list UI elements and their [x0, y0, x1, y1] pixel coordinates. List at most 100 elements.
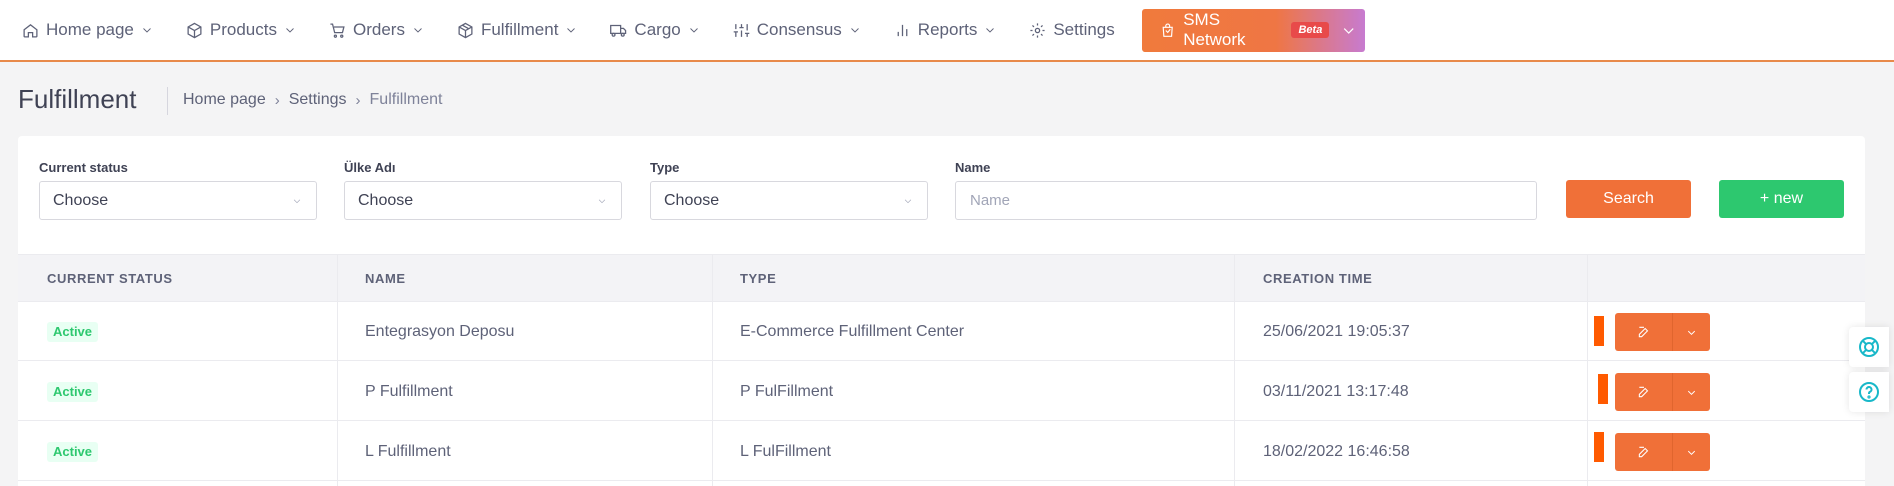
chevron-down-icon [598, 199, 606, 204]
edit-button[interactable] [1615, 433, 1673, 471]
row-creation-time: 03/11/2021 13:17:48 [1263, 383, 1409, 400]
nav-fulfillment-label: Fulfillment [480, 20, 559, 39]
chevron-down-icon [1687, 330, 1696, 335]
name-filter-label: Name [955, 160, 991, 175]
row-actions [1615, 313, 1710, 351]
page-title: Fulfillment [18, 84, 137, 114]
country-select[interactable]: Choose [344, 181, 622, 220]
nav-products[interactable]: Products [186, 0, 296, 61]
title-divider [167, 87, 168, 115]
box-icon [187, 22, 202, 38]
nav-home-page[interactable]: Home page [22, 0, 153, 61]
breadcrumb-home[interactable]: Home page [183, 91, 266, 109]
row-type: E-Commerce Fulfillment Center [740, 323, 965, 340]
edit-icon [1638, 386, 1648, 398]
shopping-bag-icon [1162, 23, 1173, 37]
chevron-down-icon [1687, 390, 1696, 395]
chevron-down-icon [904, 199, 912, 204]
gear-icon [1030, 22, 1045, 38]
row-name: P Fulfillment [365, 383, 453, 400]
nav-fulfillment[interactable]: Fulfillment [457, 0, 577, 61]
row-type: P FulFillment [740, 383, 834, 400]
chevron-right-icon: › [355, 91, 361, 109]
beta-badge: Beta [1291, 22, 1330, 38]
edit-icon [1638, 326, 1648, 338]
status-marker [1594, 432, 1604, 462]
home-icon [23, 23, 38, 38]
type-select-value: Choose [664, 191, 720, 209]
nav-consensus[interactable]: Consensus [733, 0, 861, 61]
search-button[interactable]: Search [1566, 180, 1691, 218]
status-filter-label: Current status [39, 160, 128, 175]
nav-consensus-label: Consensus [756, 20, 842, 39]
lifebuoy-icon [1859, 337, 1879, 357]
status-marker [1598, 374, 1608, 404]
cube-icon [458, 22, 473, 38]
help-button[interactable] [1849, 372, 1889, 412]
chevron-down-icon [414, 28, 422, 33]
top-navigation: Home page Products Orders Fulfillment Ca… [0, 0, 1894, 62]
nav-reports[interactable]: Reports [894, 0, 997, 61]
status-badge: Active [47, 442, 99, 462]
breadcrumb-current: Fulfillment [369, 91, 443, 108]
edit-icon [1638, 446, 1648, 458]
actions-dropdown-button[interactable] [1673, 313, 1710, 351]
row-actions [1615, 433, 1710, 471]
row-name: Entegrasyon Deposu [365, 323, 515, 340]
chevron-down-icon [293, 199, 301, 204]
breadcrumb-settings[interactable]: Settings [289, 91, 347, 109]
question-icon [1859, 382, 1879, 402]
status-badge: Active [47, 322, 99, 342]
status-select-value: Choose [53, 191, 109, 209]
row-creation-time: 25/06/2021 19:05:37 [1263, 323, 1410, 340]
chevron-down-icon [1687, 450, 1696, 455]
row-creation-time: 18/02/2022 16:46:58 [1263, 443, 1410, 460]
sliders-icon [733, 23, 750, 37]
chevron-down-icon [1344, 27, 1354, 34]
type-filter-label: Type [650, 160, 680, 175]
support-button[interactable] [1849, 327, 1889, 367]
new-button[interactable]: + new [1719, 180, 1844, 218]
nav-cargo[interactable]: Cargo [610, 0, 699, 61]
chevron-down-icon [689, 28, 698, 33]
chevron-right-icon: › [274, 91, 280, 109]
country-filter-label: Ülke Adı [344, 160, 396, 175]
column-header-creation-time[interactable]: CREATION TIME [1263, 255, 1372, 303]
table-row: Active P Fulfillment P FulFillment 03/11… [18, 362, 1865, 421]
name-input[interactable] [955, 181, 1537, 220]
country-select-value: Choose [358, 191, 414, 209]
nav-settings[interactable]: Settings [1029, 0, 1115, 61]
column-header-status[interactable]: CURRENT STATUS [47, 255, 173, 303]
status-badge: Active [47, 382, 99, 402]
sms-network-label: SMS Network [1183, 10, 1246, 49]
row-actions [1615, 373, 1710, 411]
table-row: Active Entegrasyon Deposu E-Commerce Ful… [18, 302, 1865, 361]
cart-icon [330, 22, 345, 38]
nav-reports-label: Reports [917, 20, 978, 39]
nav-orders[interactable]: Orders [329, 0, 424, 61]
actions-dropdown-button[interactable] [1673, 373, 1710, 411]
nav-products-label: Products [209, 20, 277, 39]
row-name: L Fulfillment [365, 443, 451, 460]
chevron-down-icon [143, 28, 151, 33]
column-header-type[interactable]: TYPE [740, 255, 776, 303]
bar-chart-icon [897, 24, 908, 36]
edit-button[interactable] [1615, 313, 1673, 351]
chevron-down-icon [286, 28, 294, 33]
edit-button[interactable] [1615, 373, 1673, 411]
truck-icon [610, 24, 627, 37]
chevron-down-icon [850, 28, 859, 33]
fulfillment-card: Current status Choose Ülke Adı Choose Ty… [18, 136, 1865, 486]
row-type: L FulFillment [740, 443, 831, 460]
status-select[interactable]: Choose [39, 181, 317, 220]
table-row: Active L Fulfillment L FulFillment 18/02… [18, 422, 1865, 481]
nav-orders-label: Orders [352, 20, 405, 39]
type-select[interactable]: Choose [650, 181, 928, 220]
chevron-down-icon [986, 28, 995, 33]
actions-dropdown-button[interactable] [1673, 433, 1710, 471]
nav-settings-label: Settings [1053, 20, 1115, 39]
column-header-name[interactable]: NAME [365, 255, 406, 303]
sms-network-button[interactable]: SMS Network Beta [1141, 8, 1365, 52]
status-marker [1594, 316, 1604, 346]
breadcrumb: Home page › Settings › Fulfillment [183, 91, 442, 109]
